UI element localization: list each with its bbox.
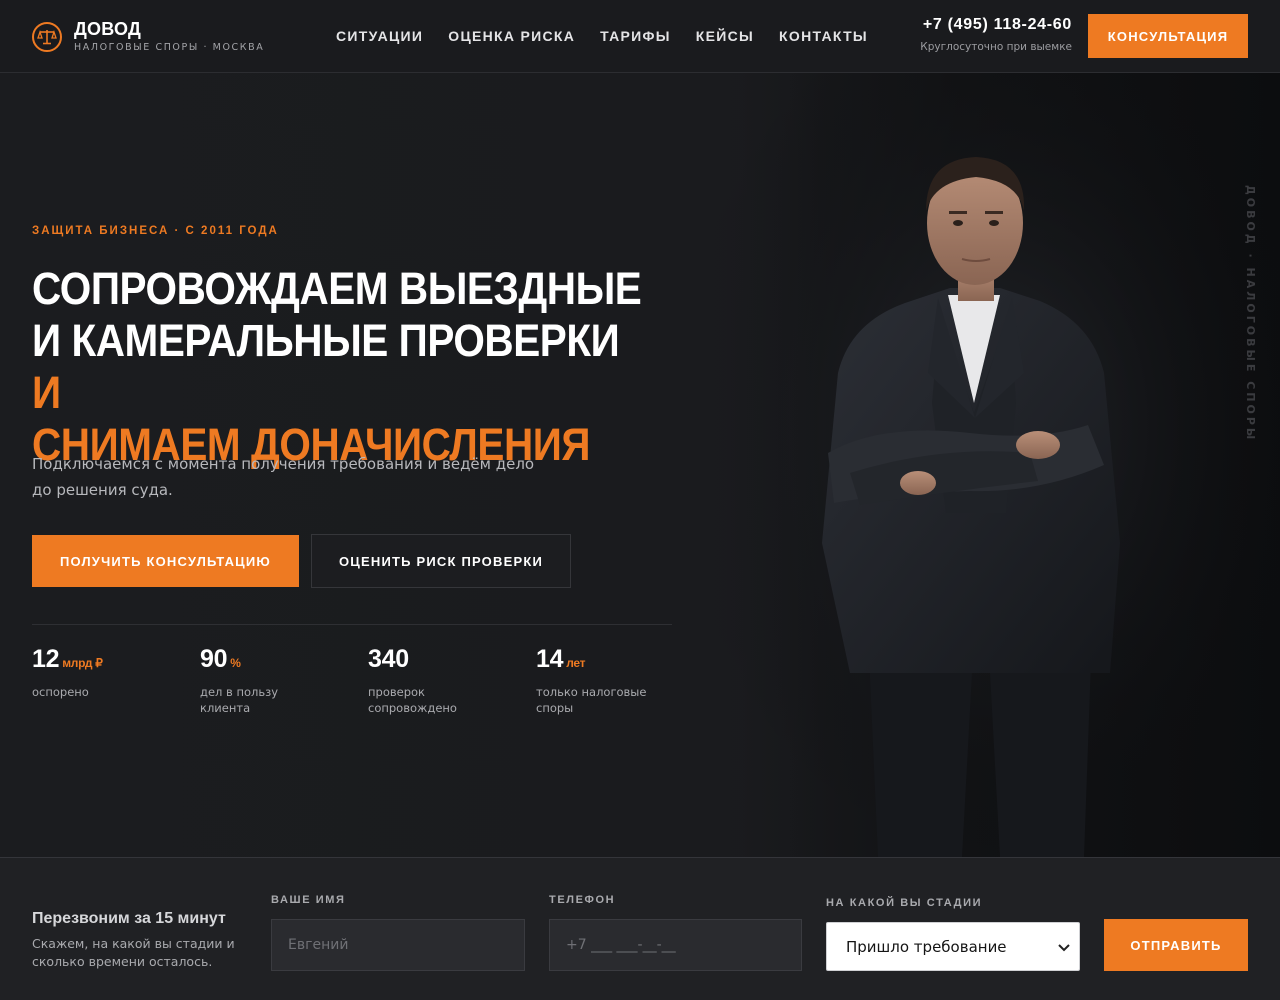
stat-unit: млрд ₽ <box>62 656 103 670</box>
hero-headline: СОПРОВОЖДАЕМ ВЫЕЗДНЫЕ И КАМЕРАЛЬНЫЕ ПРОВ… <box>32 263 644 471</box>
headline-accent-inline: И <box>32 367 61 418</box>
submit-button[interactable]: ОТПРАВИТЬ <box>1104 919 1248 971</box>
hero-lead: Подключаемся с момента получения требова… <box>32 451 552 503</box>
phone-note: Круглосуточно при выемке <box>920 41 1072 53</box>
stat-label: оспорено <box>32 685 89 699</box>
phone-input[interactable] <box>549 919 802 971</box>
lead-line-1: Подключаемся с момента получения требова… <box>32 455 535 473</box>
stat-disputed: 12 млрд ₽ оспорено <box>32 645 192 700</box>
get-consultation-button[interactable]: ПОЛУЧИТЬ КОНСУЛЬТАЦИЮ <box>32 535 299 587</box>
name-field-label: ВАШЕ ИМЯ <box>271 894 346 906</box>
stat-value: 340 <box>368 645 409 673</box>
name-input[interactable] <box>271 919 525 971</box>
stat-label: дел в пользу клиента <box>200 685 279 715</box>
lawyer-portrait <box>700 73 1280 857</box>
nav-item-risk-assessment[interactable]: ОЦЕНКА РИСКА <box>448 28 575 44</box>
stat-label: только налоговые споры <box>536 685 647 715</box>
hero-eyebrow: ЗАЩИТА БИЗНЕСА · С 2011 ГОДА <box>32 225 279 237</box>
stage-selected-value: Пришло требование <box>846 937 1007 956</box>
stat-value: 90 <box>200 645 228 673</box>
header-phone[interactable]: +7 (495) 118-24-60 <box>923 16 1072 34</box>
nav-item-cases[interactable]: КЕЙСЫ <box>696 28 754 44</box>
stat-unit: % <box>230 656 241 670</box>
stat-audits: 340 проверок сопровождено <box>368 645 528 716</box>
brand-name[interactable]: ДОВОД <box>74 19 141 40</box>
stage-select[interactable]: Пришло требование <box>826 922 1080 971</box>
phone-field-label: ТЕЛЕФОН <box>549 894 616 906</box>
scales-icon[interactable] <box>32 22 62 52</box>
nav-item-contacts[interactable]: КОНТАКТЫ <box>779 28 868 44</box>
stat-years: 14 лет только налоговые споры <box>536 645 696 716</box>
callback-title: Перезвоним за 15 минут <box>32 910 226 927</box>
hero-section: ДОВОД · НАЛОГОВЫЕ СПОРЫ ЗАЩИТА БИЗНЕСА ·… <box>0 73 1280 857</box>
main-nav: СИТУАЦИИ ОЦЕНКА РИСКА ТАРИФЫ КЕЙСЫ КОНТА… <box>336 28 893 44</box>
assess-risk-button[interactable]: ОЦЕНИТЬ РИСК ПРОВЕРКИ <box>311 534 571 588</box>
stat-unit: лет <box>566 656 586 670</box>
brand-tagline: НАЛОГОВЫЕ СПОРЫ · МОСКВА <box>74 42 265 53</box>
nav-item-situations[interactable]: СИТУАЦИИ <box>336 28 423 44</box>
stat-value: 12 <box>32 645 60 673</box>
stage-field-label: НА КАКОЙ ВЫ СТАДИИ <box>826 897 983 909</box>
side-caption: ДОВОД · НАЛОГОВЫЕ СПОРЫ <box>1244 185 1257 443</box>
headline-line-1: СОПРОВОЖДАЕМ ВЫЕЗДНЫЕ <box>32 263 642 314</box>
callback-text: Скажем, на какой вы стадии и сколько вре… <box>32 936 235 969</box>
stat-value: 14 <box>536 645 564 673</box>
headline-line-2: И КАМЕРАЛЬНЫЕ ПРОВЕРКИ <box>32 315 620 366</box>
lead-line-2: до решения суда. <box>32 481 173 499</box>
callback-form: Перезвоним за 15 минут Скажем, на какой … <box>0 857 1280 1000</box>
stat-label: проверок сопровождено <box>368 685 457 715</box>
chevron-down-icon <box>1058 944 1070 952</box>
site-header: ДОВОД НАЛОГОВЫЕ СПОРЫ · МОСКВА СИТУАЦИИ … <box>0 0 1280 73</box>
stat-win-rate: 90% дел в пользу клиента <box>200 645 360 716</box>
consultation-button[interactable]: КОНСУЛЬТАЦИЯ <box>1088 14 1248 58</box>
nav-item-pricing[interactable]: ТАРИФЫ <box>600 28 671 44</box>
stats-divider <box>32 624 672 625</box>
